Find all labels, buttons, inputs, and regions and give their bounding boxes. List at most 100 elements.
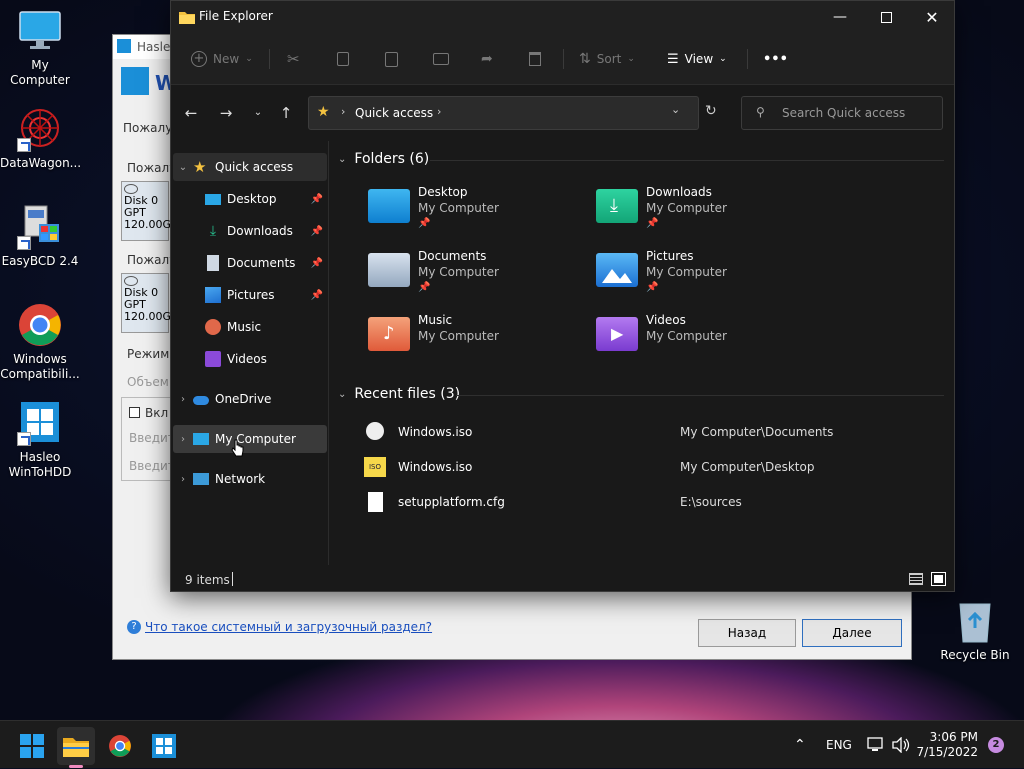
copy-button[interactable] — [337, 47, 349, 71]
desktop-folder-icon — [368, 189, 410, 223]
new-button[interactable]: + New ⌄ — [191, 47, 253, 71]
next-button[interactable]: Далее — [802, 619, 902, 647]
close-button[interactable]: ✕ — [909, 1, 955, 33]
desktop-icon-windows-compatibility[interactable]: Windows Compatibili... — [0, 302, 80, 382]
nav-item-pictures[interactable]: Pictures 📌 — [173, 281, 327, 309]
back-button[interactable]: Назад — [698, 619, 796, 647]
plus-icon: + — [191, 51, 207, 67]
nav-label: My Computer — [215, 432, 296, 446]
folder-location: My Computer — [646, 265, 727, 279]
document-icon — [207, 255, 219, 271]
folder-location: My Computer — [418, 201, 499, 215]
chevron-down-icon: ⌄ — [719, 54, 727, 64]
maximize-button[interactable] — [863, 1, 909, 33]
see-more-button[interactable]: ••• — [763, 47, 788, 71]
taskbar-chrome[interactable] — [101, 727, 139, 765]
pin-icon: 📌 — [310, 193, 323, 205]
nav-item-downloads[interactable]: ⤓ Downloads 📌 — [173, 217, 327, 245]
folder-tile-pictures[interactable]: Pictures My Computer 📌 — [596, 249, 796, 305]
folders-header-label: Folders (6) — [354, 151, 430, 167]
scissors-icon: ✂ — [287, 50, 300, 68]
desktop-icon-my-computer[interactable]: My Computer — [0, 8, 80, 88]
music-folder-icon: ♪ — [368, 317, 410, 351]
help-link[interactable]: Что такое системный и загрузочный раздел… — [145, 620, 432, 634]
share-button[interactable]: ➦ — [481, 47, 493, 71]
monitor-icon — [193, 433, 209, 445]
forward-nav-button[interactable]: → — [214, 103, 238, 123]
nav-label: Desktop — [227, 192, 277, 206]
speaker-icon — [892, 737, 910, 753]
nav-item-network[interactable]: › Network — [173, 465, 327, 493]
rename-button[interactable] — [433, 47, 449, 71]
sort-button[interactable]: ⇅ Sort ⌄ — [579, 47, 635, 71]
toolbar-separator — [563, 49, 564, 69]
file-explorer-window[interactable]: File Explorer — ✕ + New ⌄ ✂ ➦ ⇅ Sort ⌄ ☰… — [170, 0, 955, 592]
up-nav-button[interactable]: ↑ — [274, 103, 298, 123]
toolbar-separator — [269, 49, 270, 69]
desktop-icon-recycle-bin[interactable]: Recycle Bin — [935, 598, 1015, 663]
notification-center-button[interactable]: 2 — [988, 721, 1004, 769]
recent-section-header[interactable]: ⌄ Recent files (3) — [338, 386, 460, 402]
disk-tile[interactable]: Disk 0 GPT 120.00G — [121, 273, 171, 333]
recent-file-row[interactable]: ISO Windows.iso My Computer\Desktop — [360, 457, 920, 481]
nav-item-music[interactable]: Music — [173, 313, 327, 341]
minimize-button[interactable]: — — [817, 1, 863, 33]
folders-section-header[interactable]: ⌄ Folders (6) — [338, 151, 429, 167]
tiles-view-icon[interactable] — [931, 572, 946, 586]
language-indicator[interactable]: ENG — [826, 721, 852, 769]
nav-item-quick-access[interactable]: ⌄ ★ Quick access — [173, 153, 327, 181]
folder-tile-desktop[interactable]: Desktop My Computer 📌 — [368, 185, 568, 241]
nav-item-onedrive[interactable]: › OneDrive — [173, 385, 327, 413]
recent-file-name: Windows.iso — [398, 425, 473, 439]
nav-item-my-computer[interactable]: › My Computer — [173, 425, 327, 453]
trash-icon — [529, 52, 541, 66]
address-location[interactable]: Quick access — [355, 106, 433, 120]
breadcrumb-chevron-icon: › — [341, 105, 346, 118]
start-button[interactable] — [13, 727, 51, 765]
address-bar[interactable]: ★ › Quick access › ⌄ ↻ — [308, 96, 717, 130]
refresh-icon[interactable]: ↻ — [705, 103, 717, 119]
show-hidden-icons-button[interactable]: ⌃ — [794, 721, 806, 769]
folder-tile-downloads[interactable]: ⤓ Downloads My Computer 📌 — [596, 185, 796, 241]
recent-locations-button[interactable]: ⌄ — [246, 103, 270, 123]
taskbar-hasleo[interactable] — [145, 727, 183, 765]
folder-icon — [179, 10, 195, 24]
recent-file-row[interactable]: Windows.iso My Computer\Documents — [360, 422, 920, 446]
nav-item-documents[interactable]: Documents 📌 — [173, 249, 327, 277]
search-box[interactable]: ⚲ Search Quick access — [741, 96, 943, 130]
taskbar-file-explorer[interactable] — [57, 727, 95, 768]
folder-tile-videos[interactable]: ▶ Videos My Computer — [596, 313, 796, 369]
disk-tile[interactable]: Disk 0 GPT 120.00G — [121, 181, 171, 241]
delete-button[interactable] — [529, 47, 541, 71]
recent-file-row[interactable]: setupplatform.cfg E:\sources — [360, 492, 920, 516]
folder-location: My Computer — [418, 329, 499, 343]
pin-icon: 📌 — [418, 218, 431, 229]
folder-tile-music[interactable]: ♪ Music My Computer — [368, 313, 568, 369]
clock-button[interactable]: 3:06 PM 7/15/2022 — [916, 721, 978, 769]
help-icon: ? — [127, 620, 141, 634]
wintohdd-title: Hasle — [137, 40, 171, 54]
nav-item-desktop[interactable]: Desktop 📌 — [173, 185, 327, 213]
back-nav-button[interactable]: ← — [179, 103, 203, 123]
network-tray-button[interactable] — [867, 721, 885, 769]
videos-icon — [205, 351, 221, 367]
desktop-icon-label: EasyBCD 2.4 — [1, 254, 79, 268]
option-checkbox[interactable] — [129, 407, 140, 418]
explorer-titlebar[interactable]: File Explorer — ✕ — [171, 1, 954, 33]
address-dropdown-icon[interactable]: ⌄ — [671, 103, 680, 116]
volume-tray-button[interactable] — [892, 721, 910, 769]
desktop-icon-hasleo[interactable]: Hasleo WinToHDD — [0, 400, 80, 480]
cut-button[interactable]: ✂ — [287, 47, 300, 71]
nav-item-videos[interactable]: Videos — [173, 345, 327, 373]
item-count: 9 items — [185, 573, 230, 587]
view-button[interactable]: ☰ View ⌄ — [667, 47, 727, 71]
desktop-icon-datawagon[interactable]: DataWagon... — [0, 106, 81, 171]
downloads-folder-icon: ⤓ — [596, 189, 638, 223]
details-view-icon[interactable] — [909, 573, 923, 585]
breadcrumb-chevron-icon: › — [437, 105, 442, 118]
folder-tile-documents[interactable]: Documents My Computer 📌 — [368, 249, 568, 305]
chevron-up-icon: ⌃ — [794, 737, 806, 753]
paste-button[interactable] — [385, 47, 398, 71]
desktop-icon-easybcd[interactable]: EasyBCD 2.4 — [0, 204, 80, 269]
content-pane: ⌄ Folders (6) Desktop My Computer 📌 ⤓ Do… — [330, 141, 954, 565]
